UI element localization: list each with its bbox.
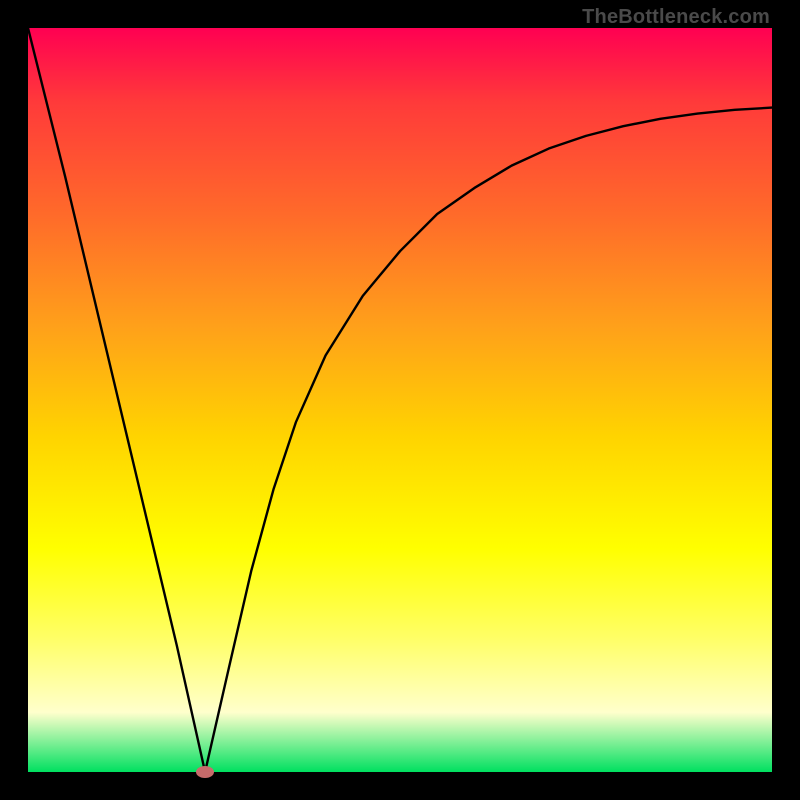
attribution-text: TheBottleneck.com [582, 6, 770, 29]
chart-curve-svg [28, 28, 772, 772]
optimal-point-marker [196, 766, 214, 778]
chart-frame [28, 28, 772, 772]
bottleneck-curve [28, 28, 772, 772]
